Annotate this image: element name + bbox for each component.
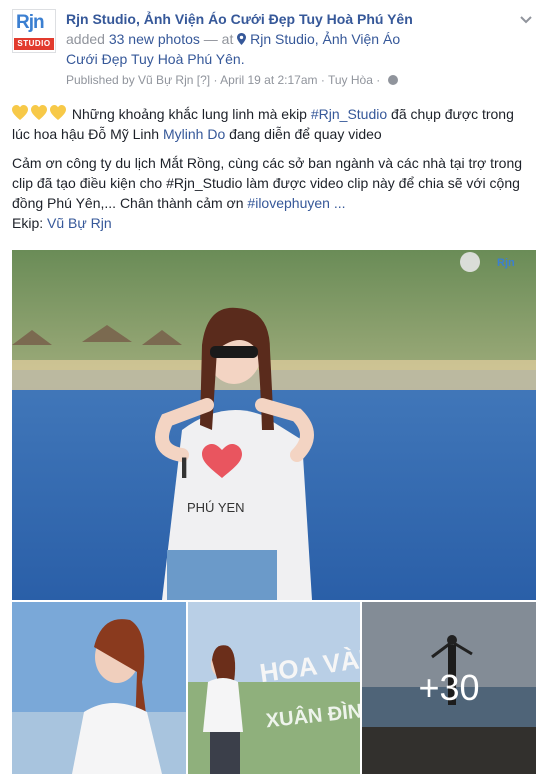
post-meta: Published by Vũ Bự Rjn [?] · April 19 at… (66, 72, 506, 88)
meta-separator: · (376, 73, 381, 87)
page-name-link[interactable]: Rjn Studio, Ảnh Viện Áo Cưới Đẹp Tuy Hoà… (66, 10, 506, 29)
photo-thumbnail-1[interactable] (12, 602, 186, 774)
main-photo[interactable]: I PHÚ YEN Rjn (12, 250, 536, 600)
photo-thumbnail-1-image (12, 602, 186, 774)
hashtag-ilovephuyen[interactable]: #ilovephuyen (247, 195, 330, 211)
avatar-logo-studio: STUDIO (14, 38, 54, 50)
post-paragraph-1: Những khoảng khắc lung linh mà ekip #Rjn… (12, 104, 532, 144)
action-at: — at (199, 31, 238, 47)
svg-text:I: I (180, 452, 188, 485)
paragraph-1-text-a: Những khoảng khắc lung linh mà ekip (68, 106, 311, 122)
post-header: Rjn STUDIO Rjn Studio, Ảnh Viện Áo Cưới … (12, 9, 535, 97)
post-header-text: Rjn Studio, Ảnh Viện Áo Cưới Đẹp Tuy Hoà… (66, 10, 506, 88)
new-photos-link[interactable]: 33 new photos (109, 31, 200, 47)
meta-separator: · (213, 73, 218, 87)
post-paragraph-2: Cảm ơn công ty du lịch Mắt Rồng, cùng cá… (12, 153, 532, 233)
hashtag-rjn-studio[interactable]: #Rjn_Studio (311, 106, 387, 122)
yellow-hearts-icon (12, 105, 66, 120)
avatar-logo-text: Rjn (16, 12, 45, 33)
shirt-text: PHÚ YEN (187, 500, 245, 515)
post-action: added 33 new photos — at Rjn Studio, Ảnh… (66, 29, 506, 69)
photo-thumbnail-2[interactable]: HOA VÀN XUÂN ĐÌNH (188, 602, 360, 774)
action-prefix: added (66, 31, 109, 47)
paragraph-1-text-c: đang diễn để quay video (225, 126, 382, 142)
location-pin-icon (237, 33, 247, 45)
facebook-post-card: Rjn STUDIO Rjn Studio, Ảnh Viện Áo Cưới … (0, 0, 547, 784)
see-more-link[interactable]: ... (330, 195, 346, 211)
post-timestamp[interactable]: April 19 at 2:17am (220, 73, 317, 87)
mention-mylinh-do[interactable]: Mylinh Do (163, 126, 225, 142)
photo-thumbnail-2-image: HOA VÀN XUÂN ĐÌNH (188, 602, 360, 774)
main-photo-image: I PHÚ YEN Rjn (12, 250, 536, 600)
published-by[interactable]: Published by Vũ Bự Rjn (66, 73, 193, 87)
watermark-text: Rjn (497, 257, 515, 269)
location-link-line2[interactable]: Cưới Đẹp Tuy Hoà Phú Yên. (66, 51, 245, 67)
public-globe-icon[interactable] (387, 75, 398, 85)
location-link-line1[interactable]: Rjn Studio, Ảnh Viện Áo (250, 31, 400, 47)
page-avatar[interactable]: Rjn STUDIO (12, 9, 56, 53)
published-marker[interactable]: [?] (197, 73, 210, 87)
post-place[interactable]: Tuy Hòa (328, 73, 373, 87)
ekip-label: Ekip: (12, 215, 48, 231)
photo-thumbnail-more[interactable]: +30 (362, 602, 536, 774)
chevron-down-icon[interactable] (519, 15, 533, 25)
meta-separator: · (320, 73, 325, 87)
more-photos-count[interactable]: +30 (362, 602, 536, 774)
mention-vu-bu-rjn[interactable]: Vũ Bự Rjn (47, 215, 112, 231)
post-body: Những khoảng khắc lung linh mà ekip #Rjn… (12, 104, 532, 242)
